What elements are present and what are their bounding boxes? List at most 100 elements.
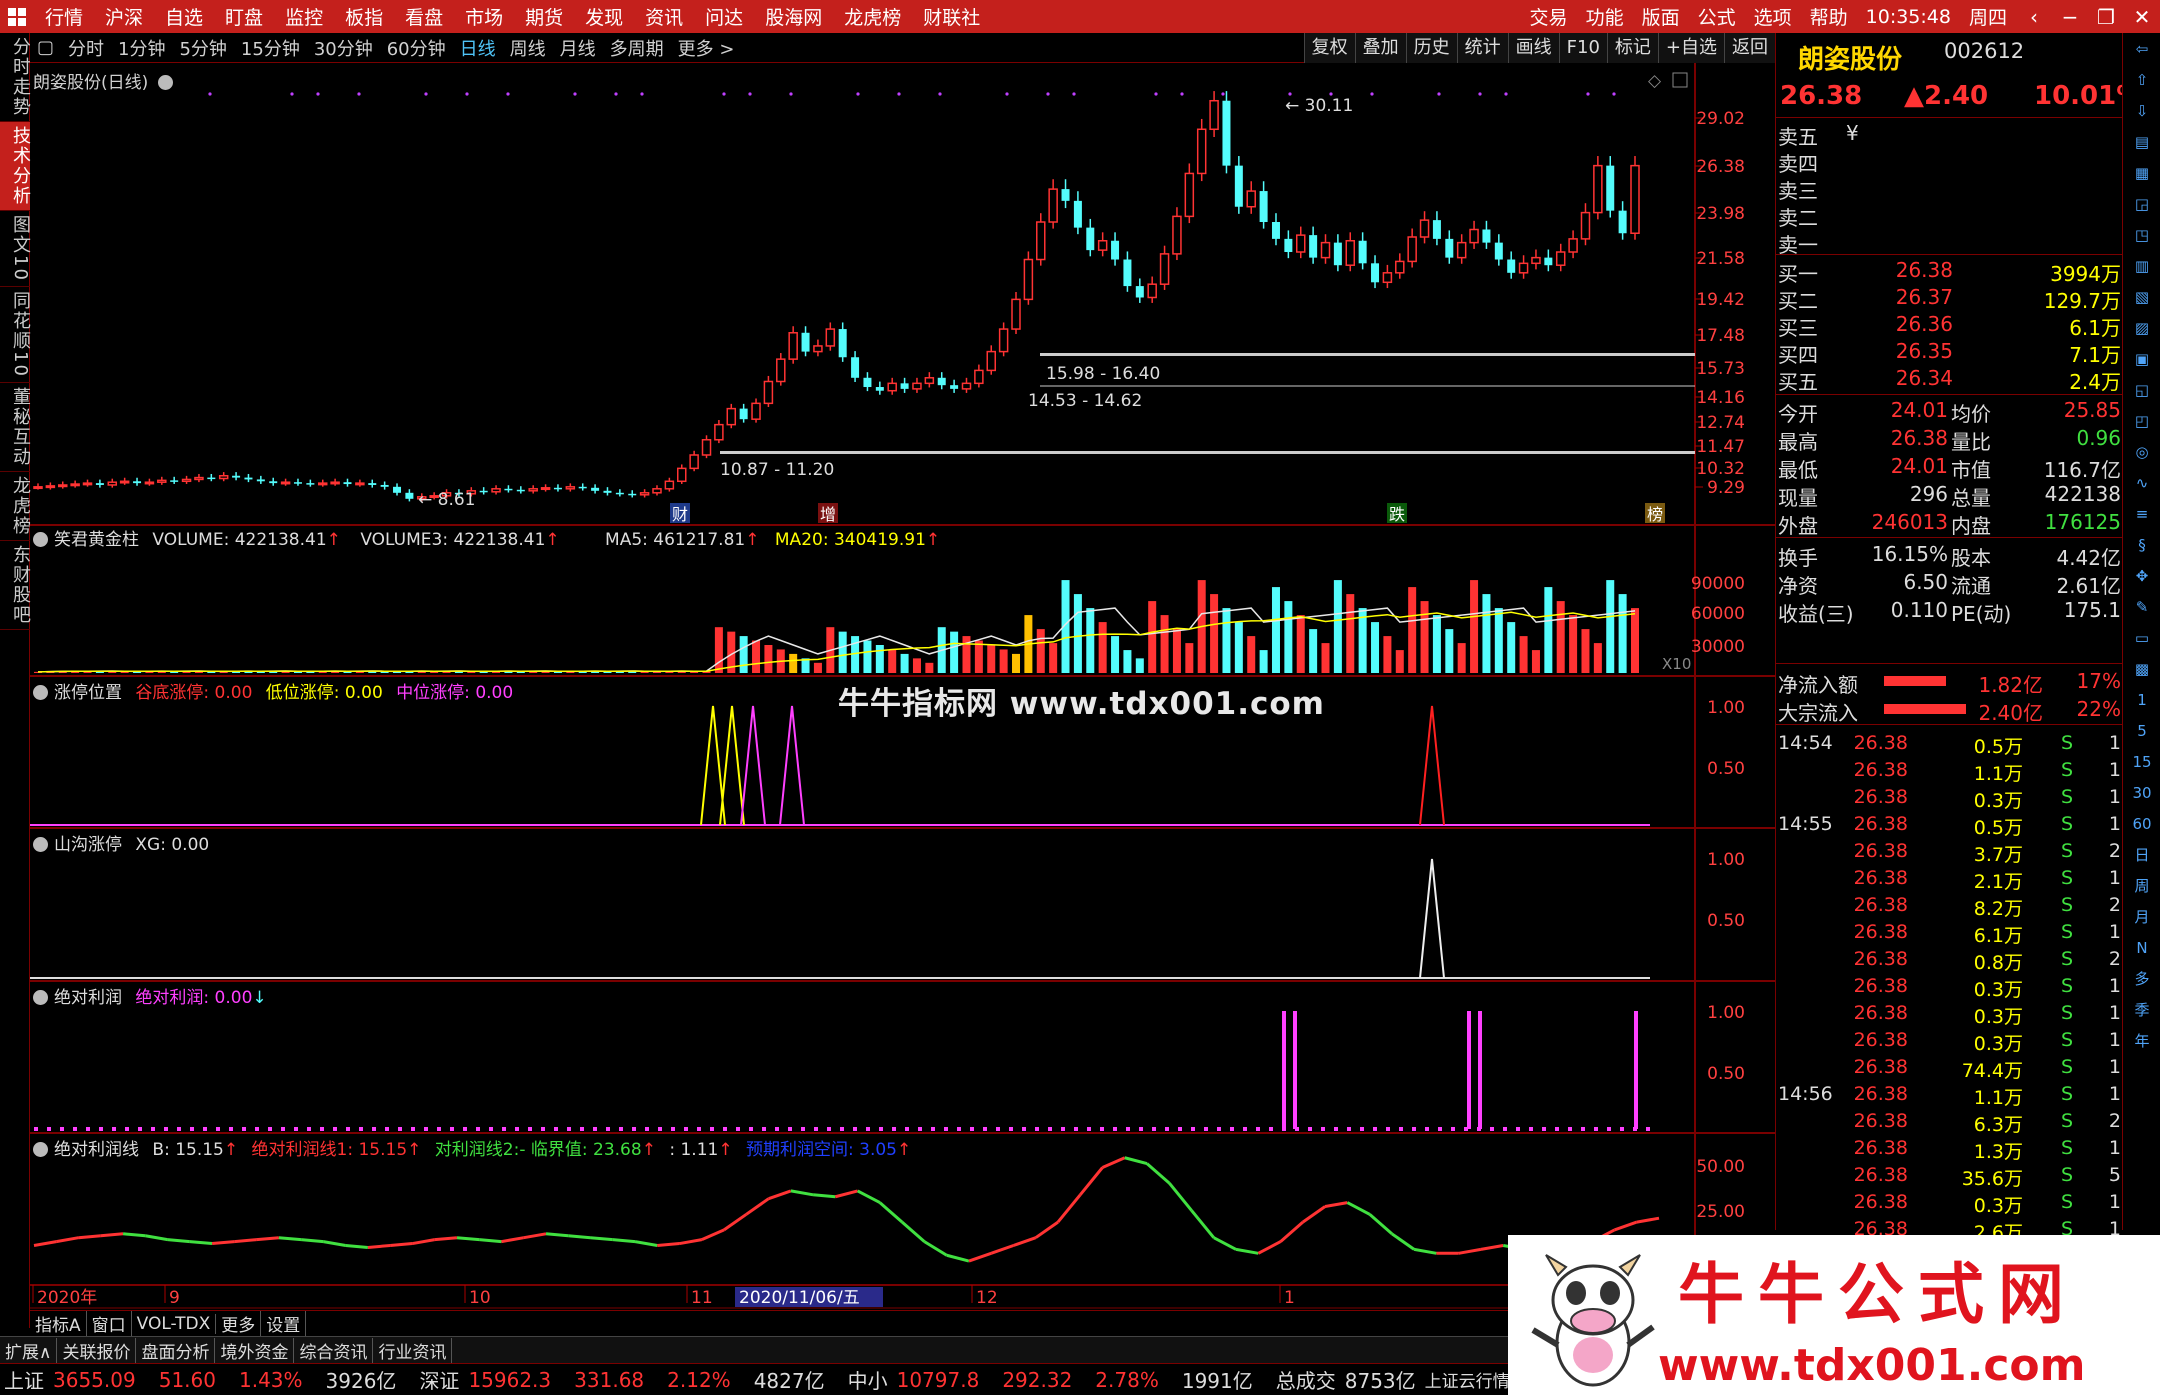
period-shortcut[interactable]: 30 bbox=[2123, 777, 2160, 808]
indicator-tab[interactable]: 指标A bbox=[30, 1311, 87, 1336]
period-shortcut[interactable]: 周 bbox=[2123, 870, 2160, 901]
period-shortcut[interactable]: 日 bbox=[2123, 839, 2160, 870]
tool-icon[interactable]: ▧ bbox=[2123, 281, 2160, 312]
menu-right-item[interactable]: 功能 bbox=[1577, 3, 1633, 30]
menu-item[interactable]: 沪深 bbox=[94, 3, 154, 30]
extension-tab[interactable]: 境外资金 bbox=[215, 1337, 295, 1363]
period-shortcut[interactable]: N bbox=[2123, 932, 2160, 963]
layout-toggle-icon[interactable]: ▢ bbox=[30, 37, 61, 58]
period-shortcut[interactable]: 多 bbox=[2123, 963, 2160, 994]
panel-toggle-icon[interactable] bbox=[33, 990, 48, 1005]
chart-tool-button[interactable]: 返回 bbox=[1724, 33, 1775, 63]
period-tab[interactable]: 30分钟 bbox=[307, 35, 380, 61]
tool-icon[interactable]: ✎ bbox=[2123, 591, 2160, 622]
tool-icon[interactable]: ◰ bbox=[2123, 405, 2160, 436]
app-grid-icon[interactable] bbox=[0, 0, 34, 33]
left-tab[interactable]: 东财股吧 bbox=[0, 541, 31, 630]
tool-icon[interactable]: ✥ bbox=[2123, 560, 2160, 591]
menu-item[interactable]: 市场 bbox=[454, 3, 514, 30]
chart-tool-button[interactable]: 画线 bbox=[1507, 33, 1559, 63]
indicator-tab[interactable]: VOL-TDX bbox=[132, 1313, 217, 1334]
tool-icon[interactable]: ∿ bbox=[2123, 467, 2160, 498]
panel-toggle-icon[interactable] bbox=[33, 1142, 48, 1157]
left-tab[interactable]: 图文10 bbox=[0, 211, 31, 287]
menu-item[interactable]: 自选 bbox=[154, 3, 214, 30]
back-icon[interactable]: ‹ bbox=[2016, 5, 2052, 29]
menu-item[interactable]: 资讯 bbox=[634, 3, 694, 30]
extension-tab[interactable]: 盘面分析 bbox=[136, 1337, 216, 1363]
menu-item[interactable]: 监控 bbox=[274, 3, 334, 30]
extension-tab[interactable]: 综合资讯 bbox=[294, 1337, 374, 1363]
chart-tool-button[interactable]: 复权 bbox=[1303, 33, 1355, 63]
left-tab[interactable]: 龙虎榜 bbox=[0, 472, 31, 541]
period-tab[interactable]: 60分钟 bbox=[380, 35, 453, 61]
menu-right-item[interactable]: 公式 bbox=[1689, 3, 1745, 30]
tool-icon[interactable]: ▭ bbox=[2123, 622, 2160, 653]
tool-icon[interactable]: ▤ bbox=[2123, 126, 2160, 157]
tool-icon[interactable]: ▣ bbox=[2123, 343, 2160, 374]
settings-icon[interactable] bbox=[157, 75, 173, 90]
tool-icon[interactable]: ◎ bbox=[2123, 436, 2160, 467]
extension-tab[interactable]: 关联报价 bbox=[57, 1337, 137, 1363]
tool-icon[interactable]: ≡ bbox=[2123, 498, 2160, 529]
tool-icon[interactable]: ◱ bbox=[2123, 374, 2160, 405]
period-shortcut[interactable]: 15 bbox=[2123, 746, 2160, 777]
ad-banner[interactable]: 牛牛公式网 www.tdx001.com bbox=[1508, 1235, 2160, 1395]
chart-tool-button[interactable]: 叠加 bbox=[1354, 33, 1406, 63]
tool-icon[interactable]: ⇦ bbox=[2123, 33, 2160, 64]
tool-icon[interactable]: ◲ bbox=[2123, 188, 2160, 219]
menu-item[interactable]: 看盘 bbox=[394, 3, 454, 30]
tool-icon[interactable]: ▥ bbox=[2123, 250, 2160, 281]
period-tab[interactable]: 15分钟 bbox=[234, 35, 307, 61]
restore-icon[interactable]: ❐ bbox=[2088, 5, 2124, 29]
menu-item[interactable]: 财联社 bbox=[912, 3, 991, 30]
chart-tool-button[interactable]: 统计 bbox=[1456, 33, 1508, 63]
menu-item[interactable]: 股海网 bbox=[754, 3, 833, 30]
period-shortcut[interactable]: 季 bbox=[2123, 994, 2160, 1025]
period-shortcut[interactable]: 年 bbox=[2123, 1025, 2160, 1056]
menu-item[interactable]: 盯盘 bbox=[214, 3, 274, 30]
menu-item[interactable]: 问达 bbox=[694, 3, 754, 30]
menu-item[interactable]: 行情 bbox=[34, 3, 94, 30]
tool-icon[interactable]: ⇧ bbox=[2123, 64, 2160, 95]
chart-tool-button[interactable]: +自选 bbox=[1657, 33, 1724, 63]
panel-toggle-icon[interactable] bbox=[33, 837, 48, 852]
tool-icon[interactable]: ▦ bbox=[2123, 157, 2160, 188]
cloud-quote[interactable]: 上证云行情 bbox=[1425, 1367, 1510, 1392]
tool-icon[interactable]: § bbox=[2123, 529, 2160, 560]
left-tab[interactable]: 分时走势 bbox=[0, 33, 31, 122]
chart-tool-button[interactable]: 历史 bbox=[1405, 33, 1457, 63]
indicator-tab[interactable]: 更多 bbox=[216, 1311, 262, 1336]
menu-item[interactable]: 期货 bbox=[514, 3, 574, 30]
period-tab[interactable]: 日线 bbox=[453, 35, 503, 61]
tool-icon[interactable]: ▩ bbox=[2123, 653, 2160, 684]
period-shortcut[interactable]: 60 bbox=[2123, 808, 2160, 839]
period-tab[interactable]: 多周期 bbox=[603, 35, 671, 61]
left-tab[interactable]: 董秘互动 bbox=[0, 383, 31, 472]
tool-icon[interactable]: ◳ bbox=[2123, 219, 2160, 250]
period-tab[interactable]: 1分钟 bbox=[111, 35, 172, 61]
period-tab[interactable]: 更多 > bbox=[671, 35, 742, 61]
left-tab[interactable]: 同花顺10 bbox=[0, 287, 31, 383]
period-shortcut[interactable]: 5 bbox=[2123, 715, 2160, 746]
period-tab[interactable]: 5分钟 bbox=[172, 35, 233, 61]
period-shortcut[interactable]: 月 bbox=[2123, 901, 2160, 932]
extension-tab[interactable]: 行业资讯 bbox=[373, 1337, 453, 1363]
menu-item[interactable]: 发现 bbox=[574, 3, 634, 30]
menu-right-item[interactable]: 帮助 bbox=[1801, 3, 1857, 30]
menu-right-item[interactable]: 版面 bbox=[1633, 3, 1689, 30]
menu-item[interactable]: 龙虎榜 bbox=[833, 3, 912, 30]
close-icon[interactable]: ✕ bbox=[2124, 5, 2160, 29]
chart-tool-button[interactable]: 标记 bbox=[1606, 33, 1658, 63]
menu-right-item[interactable]: 选项 bbox=[1745, 3, 1801, 30]
chart-tool-button[interactable]: F10 bbox=[1558, 33, 1607, 63]
menu-right-item[interactable]: 交易 bbox=[1521, 3, 1577, 30]
panel-toggle-icon[interactable] bbox=[33, 685, 48, 700]
left-tab[interactable]: 技术分析 bbox=[0, 122, 31, 211]
tool-icon[interactable]: ▨ bbox=[2123, 312, 2160, 343]
period-tab[interactable]: 周线 bbox=[503, 35, 553, 61]
menu-item[interactable]: 板指 bbox=[334, 3, 394, 30]
indicator-tab[interactable]: 窗口 bbox=[87, 1311, 132, 1336]
period-tab[interactable]: 月线 bbox=[553, 35, 603, 61]
period-tab[interactable]: 分时 bbox=[61, 35, 111, 61]
